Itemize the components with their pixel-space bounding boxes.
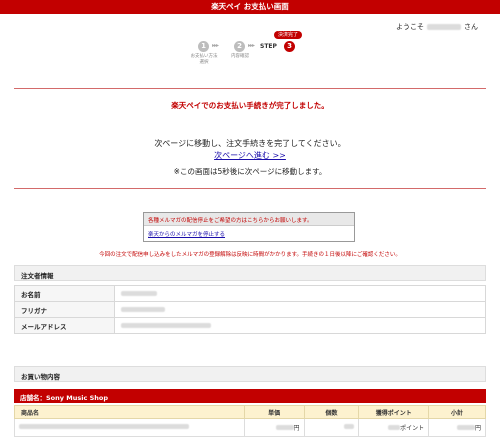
masked-value [121,290,157,296]
masked-value [121,322,211,328]
orderer-table: お名前 フリガナ メールアドレス [14,285,486,334]
newsletter-stop-row: 楽天からのメルマガを停止する [144,226,354,241]
step-arrows-1: ▸▸▸ [212,42,219,49]
unit-price: 円 [243,418,305,437]
table-row: メールアドレス [14,317,486,334]
next-page-instruction: 次ページに移動し、注文手続きを完了してください。 [154,139,346,148]
step-word: STEP [260,43,277,50]
next-page-link[interactable]: 次ページへ進む >> [214,151,286,160]
furigana-label: フリガナ [14,301,115,318]
newsletter-note: 今回の注文で配信申し込みをしたメルマガの登録解除は反映に時間がかかります。手続き… [99,252,401,258]
table-header-row: 商品名 単価 個数 獲得ポイント 小計 [14,405,486,419]
col-points: 獲得ポイント [358,405,430,419]
points-suffix: ポイント [400,425,425,432]
step-2-caption: 内容確認 [231,54,249,59]
divider-top [14,88,486,89]
welcome-prefix: ようこそ [396,23,424,31]
divider-bottom [14,188,486,189]
unit-price-suffix: 円 [293,425,300,432]
email-value [114,317,486,334]
email-label: メールアドレス [14,317,115,334]
newsletter-box: 各種メルマガの配信停止をご希望の方はこちらからお願いします。 楽天からのメルマガ… [143,212,355,242]
newsletter-stop-link[interactable]: 楽天からのメルマガを停止する [148,232,225,238]
purchase-section-title: お買い物内容 [14,366,486,382]
table-row: 円 ポイント 円 [14,418,486,437]
points: ポイント [358,418,430,437]
welcome-text: ようこそ さん [396,22,478,32]
user-name-masked [427,24,461,30]
masked-value [456,425,475,430]
table-row: フリガナ [14,301,486,318]
page-title: 楽天ペイ お支払い画面 [211,2,289,11]
product-name [14,418,245,437]
col-product-name: 商品名 [14,405,245,419]
step-1-circle: 1 [198,41,209,52]
masked-value [344,424,355,429]
col-quantity: 個数 [303,405,360,419]
masked-value [121,306,165,312]
step-2-circle: 2 [234,41,245,52]
step-3-circle: 3 [284,41,295,52]
masked-value [19,424,189,429]
col-unit-price: 単価 [243,405,305,419]
header-bar: 楽天ペイ お支払い画面 [0,0,500,14]
auto-redirect-note: ※この画面は5秒後に次ページに移動します。 [173,167,327,176]
step-1-caption: お支払い方法 選択 [190,54,218,65]
name-value [114,285,486,302]
orderer-section-title: 注文者情報 [14,265,486,281]
items-table: 商品名 単価 個数 獲得ポイント 小計 円 ポイント 円 [14,405,486,437]
progress-steps: 1 ▸▸▸ 2 ▸▸▸ STEP 3 決済完了 お支払い方法 選択 内容確認 [190,31,310,70]
newsletter-info: 各種メルマガの配信停止をご希望の方はこちらからお願いします。 [144,213,354,226]
subtotal-suffix: 円 [474,425,481,432]
current-step-badge: 決済完了 [274,31,303,39]
subtotal: 円 [428,418,486,437]
next-page-link-wrap: 次ページへ進む >> [0,150,500,161]
completion-message: 楽天ペイでのお支払い手続きが完了しました。 [171,101,329,110]
name-label: お名前 [14,285,115,302]
welcome-suffix: さん [464,23,478,31]
step-arrows-2: ▸▸▸ [248,42,255,49]
masked-value [388,425,401,430]
quantity [303,418,360,437]
col-subtotal: 小計 [428,405,486,419]
furigana-value [114,301,486,318]
shop-name-bar: 店舗名：Sony Music Shop [14,389,486,403]
table-row: お名前 [14,285,486,302]
masked-value [275,425,294,430]
